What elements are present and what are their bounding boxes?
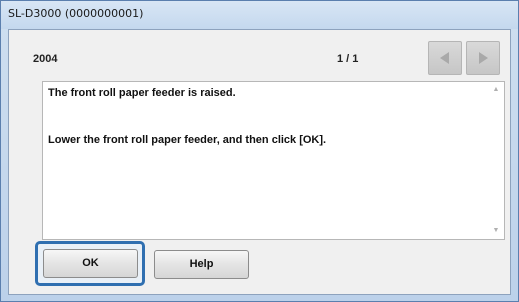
message-line-2: Lower the front roll paper feeder, and t… bbox=[48, 134, 327, 146]
help-button[interactable]: Help bbox=[154, 250, 249, 279]
message-textbox[interactable]: The front roll paper feeder is raised. L… bbox=[42, 81, 505, 240]
message-line-1: The front roll paper feeder is raised. bbox=[48, 87, 236, 99]
page-indicator: 1 / 1 bbox=[337, 53, 359, 65]
next-button[interactable] bbox=[466, 41, 500, 75]
triangle-left-icon bbox=[440, 52, 449, 64]
window-title: SL-D3000 (0000000001) bbox=[8, 7, 144, 20]
scroll-up-arrow-icon[interactable]: ▲ bbox=[488, 82, 504, 98]
title-bar[interactable]: SL-D3000 (0000000001) bbox=[1, 1, 518, 29]
ok-button[interactable]: OK bbox=[43, 249, 138, 278]
error-code: 2004 bbox=[33, 53, 58, 65]
scroll-down-arrow-icon[interactable]: ▼ bbox=[488, 223, 504, 239]
error-dialog-window: SL-D3000 (0000000001) 2004 1 / 1 The fro… bbox=[0, 0, 519, 302]
vertical-scrollbar[interactable]: ▲ ▼ bbox=[488, 82, 504, 239]
previous-button[interactable] bbox=[428, 41, 462, 75]
triangle-right-icon bbox=[479, 52, 488, 64]
